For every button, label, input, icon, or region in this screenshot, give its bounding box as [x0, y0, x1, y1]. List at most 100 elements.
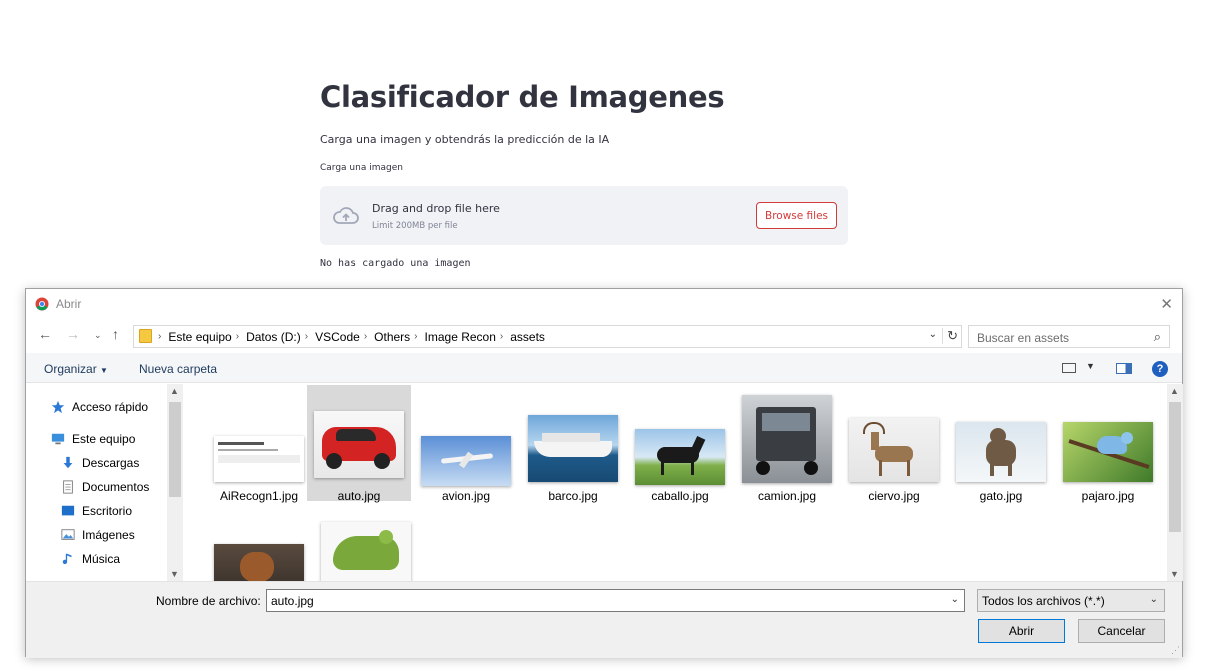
organize-label: Organizar	[44, 362, 97, 376]
forward-arrow-icon[interactable]: →	[66, 326, 80, 342]
sidebar-item-label: Este equipo	[72, 432, 136, 446]
star-icon	[51, 400, 65, 414]
chevron-down-icon[interactable]: ⌄	[951, 594, 959, 605]
sidebar-scroll-thumb[interactable]	[169, 402, 181, 497]
breadcrumb-datos[interactable]: Datos (D:)	[246, 330, 301, 344]
organize-menu[interactable]: Organizar ▼	[44, 362, 108, 376]
breadcrumb-separator: ›	[363, 331, 368, 342]
resize-grip-icon[interactable]: ⋰	[1171, 645, 1180, 656]
status-text: No has cargado una imagen	[320, 258, 471, 269]
dialog-titlebar[interactable]: Abrir ✕	[26, 289, 1182, 319]
cancel-button[interactable]: Cancelar	[1078, 619, 1165, 643]
close-icon[interactable]: ✕	[1160, 295, 1173, 313]
file-dropzone[interactable]: Drag and drop file here Limit 200MB per …	[320, 186, 848, 245]
breadcrumb-este-equipo[interactable]: Este equipo	[168, 330, 231, 344]
dropzone-text: Drag and drop file here	[372, 202, 500, 215]
folder-icon	[139, 329, 152, 343]
file-name: AiRecogn1.jpg	[219, 489, 299, 503]
file-thumbnail	[214, 544, 304, 581]
file-name: gato.jpg	[979, 489, 1023, 503]
file-item-ciervo[interactable]: ciervo.jpg	[842, 391, 946, 506]
scroll-down-icon[interactable]: ▼	[170, 569, 179, 579]
breadcrumb-separator: ›	[158, 331, 162, 342]
file-item-airecogn1[interactable]: AiRecogn1.jpg	[207, 391, 311, 506]
sidebar-scrollbar[interactable]: ▲ ▼	[167, 384, 183, 581]
filetype-select[interactable]: Todos los archivos (*.*) ⌄	[977, 589, 1165, 612]
file-item-caballo[interactable]: caballo.jpg	[628, 391, 732, 506]
music-icon	[62, 553, 72, 565]
chrome-icon	[35, 297, 49, 311]
breadcrumb-separator: ›	[499, 331, 504, 342]
document-icon	[63, 480, 73, 494]
navigation-bar: ← → ⌄ ↑ › Este equipo › Datos (D:) › VSC…	[26, 322, 1182, 350]
dialog-footer: Nombre de archivo: auto.jpg ⌄ Todos los …	[26, 581, 1182, 658]
sidebar-item-documentos[interactable]: Documentos	[60, 478, 149, 496]
caret-down-icon[interactable]: ▼	[1086, 361, 1095, 371]
breadcrumb-vscode[interactable]: VSCode	[315, 330, 360, 344]
scroll-down-icon[interactable]: ▼	[1170, 569, 1179, 579]
file-list-scrollbar[interactable]: ▲ ▼	[1167, 384, 1183, 581]
sidebar-item-label: Documentos	[82, 480, 150, 494]
back-arrow-icon[interactable]: ←	[38, 326, 52, 342]
file-list-scroll-thumb[interactable]	[1169, 402, 1181, 532]
uploader-label: Carga una imagen	[320, 163, 403, 173]
page-subtitle: Carga una imagen y obtendrás la predicci…	[320, 133, 610, 146]
sidebar-item-descargas[interactable]: Descargas	[60, 454, 139, 472]
breadcrumb-separator: ›	[235, 331, 240, 342]
file-name: avion.jpg	[441, 489, 491, 503]
filename-field[interactable]: auto.jpg ⌄	[266, 589, 965, 612]
breadcrumb-assets[interactable]: assets	[510, 330, 545, 344]
dialog-toolbar: Organizar ▼ Nueva carpeta ▼ ?	[26, 353, 1182, 383]
file-item-barco[interactable]: barco.jpg	[521, 391, 625, 506]
filename-value: auto.jpg	[271, 594, 314, 608]
breadcrumb-image-recon[interactable]: Image Recon	[425, 330, 496, 344]
file-list: AiRecogn1.jpg auto.jpg avion.jpg barco.j…	[185, 384, 1167, 581]
file-thumbnail	[849, 418, 939, 482]
sidebar-item-label: Música	[82, 552, 121, 566]
browse-files-button[interactable]: Browse files	[756, 202, 837, 229]
scroll-up-icon[interactable]: ▲	[170, 386, 179, 396]
help-icon[interactable]: ?	[1152, 361, 1168, 377]
caret-down-icon: ▼	[100, 366, 108, 375]
sidebar-item-musica[interactable]: Música	[60, 550, 120, 568]
filetype-value: Todos los archivos (*.*)	[982, 594, 1105, 608]
file-thumbnail	[528, 415, 618, 482]
breadcrumb-others[interactable]: Others	[374, 330, 410, 344]
file-thumbnail	[321, 522, 411, 581]
address-bar[interactable]: › Este equipo › Datos (D:) › VSCode › Ot…	[133, 325, 962, 348]
file-thumbnail	[314, 411, 404, 478]
cloud-upload-icon	[333, 207, 359, 224]
scroll-up-icon[interactable]: ▲	[1170, 386, 1179, 396]
sidebar-item-imagenes[interactable]: Imágenes	[60, 526, 135, 544]
file-thumbnail	[956, 422, 1046, 482]
recent-locations-icon[interactable]: ⌄	[94, 330, 102, 341]
file-item-pajaro[interactable]: pajaro.jpg	[1056, 391, 1160, 506]
view-options-icon[interactable]	[1062, 363, 1076, 373]
sidebar-item-acceso-rapido[interactable]: Acceso rápido	[50, 398, 148, 416]
dropzone-limit: Limit 200MB per file	[372, 221, 458, 231]
computer-icon	[51, 433, 65, 445]
file-thumbnail	[214, 436, 304, 482]
file-name: barco.jpg	[548, 489, 598, 503]
download-icon	[63, 456, 73, 469]
file-item-auto[interactable]: auto.jpg	[307, 385, 411, 503]
dialog-title: Abrir	[56, 297, 82, 311]
sidebar-item-escritorio[interactable]: Escritorio	[60, 502, 132, 520]
file-name: caballo.jpg	[651, 489, 709, 503]
file-item-gato[interactable]: gato.jpg	[949, 391, 1053, 506]
file-item-avion[interactable]: avion.jpg	[414, 391, 518, 506]
refresh-icon[interactable]: ↻	[942, 328, 958, 344]
chevron-down-icon[interactable]: ⌄	[929, 329, 937, 340]
up-arrow-icon[interactable]: ↑	[112, 326, 119, 342]
new-folder-button[interactable]: Nueva carpeta	[139, 362, 217, 376]
file-item-camion[interactable]: camion.jpg	[735, 391, 839, 506]
search-icon[interactable]: ⌕	[1154, 329, 1161, 345]
preview-pane-icon[interactable]	[1116, 363, 1132, 374]
open-button[interactable]: Abrir	[978, 619, 1065, 643]
file-item-rana[interactable]	[314, 512, 418, 581]
search-input[interactable]: Buscar en assets ⌕	[968, 325, 1170, 348]
sidebar-item-label: Escritorio	[82, 504, 133, 518]
sidebar-item-este-equipo[interactable]: Este equipo	[50, 430, 135, 448]
desktop-icon	[61, 505, 75, 516]
file-item-perro[interactable]	[207, 512, 311, 581]
